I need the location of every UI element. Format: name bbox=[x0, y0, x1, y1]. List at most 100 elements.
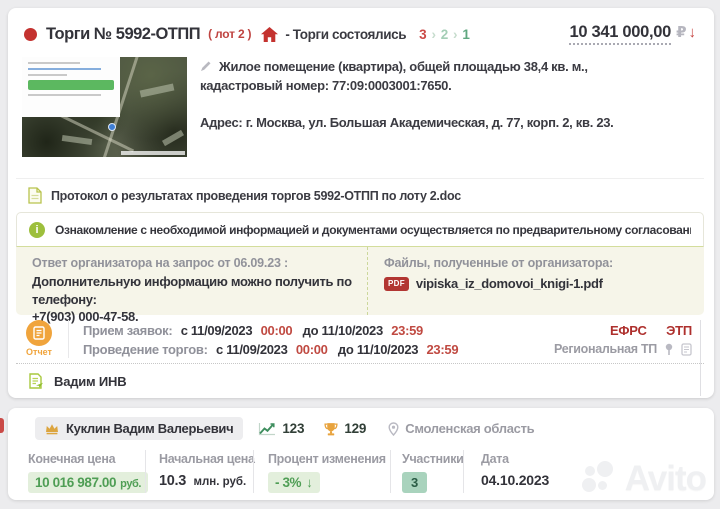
start-price-amount: 10.3 bbox=[159, 473, 186, 489]
etp-link[interactable]: ЭТП bbox=[666, 323, 692, 338]
description-line: кадастровый номер: 77:09:0003001:7650. bbox=[200, 77, 614, 96]
protocol-row: Протокол о результатах проведения торгов… bbox=[16, 178, 704, 212]
description-line: Жилое помещение (квартира), общей площад… bbox=[200, 58, 614, 77]
period-to-time: 23:59 bbox=[427, 342, 459, 357]
map-building bbox=[140, 84, 175, 98]
step-separator: › bbox=[453, 27, 457, 42]
stat-final-price: Конечная цена 10 016 987.00 руб. bbox=[28, 450, 145, 493]
logo-dot bbox=[585, 466, 595, 476]
note-doc-icon bbox=[28, 373, 44, 389]
logo-dot bbox=[597, 461, 613, 477]
lot-description: Жилое помещение (квартира), общей площад… bbox=[200, 57, 614, 157]
house-icon bbox=[261, 27, 278, 42]
period-label: Проведение торгов: bbox=[83, 342, 208, 357]
stat-label: Дата bbox=[481, 452, 549, 466]
deals-count[interactable]: 123 bbox=[282, 421, 304, 436]
final-price-amount: 10 016 987.00 bbox=[35, 475, 116, 490]
trophy-icon bbox=[324, 422, 338, 436]
period-to: до 11/10/2023 bbox=[303, 323, 383, 338]
document-note-icon[interactable] bbox=[681, 343, 692, 356]
change-down-arrow-icon: ↓ bbox=[306, 475, 312, 490]
start-price-suffix: млн. руб. bbox=[193, 476, 246, 488]
winner-card: Куклин Вадим Валерьевич 123 129 Смоленск… bbox=[8, 408, 714, 500]
lot-step-2[interactable]: 2 bbox=[441, 27, 448, 42]
lot-label: ( лот 2 ) bbox=[208, 27, 251, 41]
stat-value-row: - 3% ↓ bbox=[268, 472, 390, 493]
auction-title: Торги № 5992-ОТПП bbox=[46, 25, 200, 44]
panel-link-line bbox=[28, 68, 101, 70]
panel-green-button bbox=[28, 80, 114, 90]
report-icon[interactable] bbox=[26, 320, 52, 346]
lot-content: Жилое помещение (квартира), общей площад… bbox=[22, 57, 698, 157]
avito-watermark: Avito bbox=[582, 459, 706, 499]
panel-text-line bbox=[28, 94, 101, 96]
lot-steps: 3 › 2 › 1 bbox=[419, 27, 470, 42]
applications-period-row: Прием заявок: с 11/09/2023 00:00 до 11/1… bbox=[83, 321, 465, 340]
change-percent-value: - 3% ↓ bbox=[268, 472, 320, 493]
map-building bbox=[62, 135, 93, 145]
map-building bbox=[162, 130, 184, 146]
auction-date: 04.10.2023 bbox=[481, 472, 549, 488]
auction-status: - Торги состоялись bbox=[285, 27, 406, 42]
bidder-row[interactable]: Вадим ИНВ bbox=[16, 363, 704, 398]
vertical-divider bbox=[68, 320, 69, 358]
period-to: до 11/10/2023 bbox=[338, 342, 418, 357]
map-marker bbox=[108, 123, 116, 131]
price-block: 10 341 000,00 ₽ ↓ bbox=[569, 23, 696, 45]
lot-step-3[interactable]: 3 bbox=[419, 27, 426, 42]
period-to-time: 23:59 bbox=[391, 323, 423, 338]
bidder-name: Вадим ИНВ bbox=[54, 374, 126, 389]
stat-value-row: 10.3 млн. руб. bbox=[159, 472, 253, 490]
wins-count[interactable]: 129 bbox=[344, 421, 366, 436]
map-info-panel bbox=[22, 57, 120, 117]
current-price[interactable]: 10 341 000,00 bbox=[569, 23, 671, 45]
winner-pill[interactable]: Куклин Вадим Валерьевич bbox=[35, 417, 243, 440]
logo-dot bbox=[582, 478, 596, 492]
protocol-file-link[interactable]: Протокол о результатах проведения торгов… bbox=[51, 189, 461, 203]
lot-step-1[interactable]: 1 bbox=[462, 27, 469, 42]
stat-value-row: 10 016 987.00 руб. bbox=[28, 472, 145, 493]
efrs-link[interactable]: ЕФРС bbox=[610, 323, 647, 338]
avito-logo-icon bbox=[582, 460, 618, 498]
auction-card: Торги № 5992-ОТПП ( лот 2 ) - Торги сост… bbox=[8, 8, 714, 398]
period-from-time: 00:00 bbox=[296, 342, 328, 357]
pencil-icon bbox=[200, 60, 212, 72]
map-thumbnail[interactable] bbox=[22, 57, 187, 157]
final-price-suffix: руб. bbox=[120, 478, 141, 490]
document-icon bbox=[28, 187, 42, 204]
stat-start-price: Начальная цена 10.3 млн. руб. bbox=[145, 450, 253, 493]
price-down-arrow-icon: ↓ bbox=[689, 24, 697, 41]
stat-participants: Участники 3 bbox=[390, 450, 463, 493]
stat-value-row: 04.10.2023 bbox=[481, 472, 549, 490]
logo-dot bbox=[598, 481, 607, 490]
schedule-section: Отчет Прием заявок: с 11/09/2023 00:00 д… bbox=[22, 318, 692, 363]
panel-text-line bbox=[28, 62, 80, 64]
period-from-time: 00:00 bbox=[261, 323, 293, 338]
description-text: Жилое помещение (квартира), общей площад… bbox=[219, 59, 588, 74]
links-row: ЕФРС ЭТП bbox=[554, 321, 692, 340]
winner-region: Смоленская область bbox=[405, 421, 534, 436]
organizer-files: Файлы, полученные от организатора: PDF v… bbox=[368, 247, 613, 315]
external-links-block: ЕФРС ЭТП Региональная ТП bbox=[554, 318, 692, 363]
pdf-file-link[interactable]: vipiska_iz_domovoi_knigi-1.pdf bbox=[416, 276, 603, 291]
final-price-value: 10 016 987.00 руб. bbox=[28, 472, 148, 493]
period-from: с 11/09/2023 bbox=[216, 342, 288, 357]
organizer-answer-box: Ответ организатора на запрос от 06.09.23… bbox=[16, 247, 704, 315]
stat-label: Процент изменения bbox=[268, 452, 390, 466]
winner-name: Куклин Вадим Валерьевич bbox=[66, 421, 233, 436]
ruble-sign: ₽ bbox=[676, 23, 686, 41]
stat-label: Участники bbox=[402, 452, 463, 466]
stat-label: Начальная цена bbox=[159, 452, 253, 466]
info-icon: i bbox=[29, 222, 45, 238]
pushpin-icon[interactable] bbox=[664, 343, 674, 356]
report-block[interactable]: Отчет bbox=[22, 318, 56, 363]
notice-text: Ознакомление с необходимой информацией и… bbox=[55, 223, 691, 237]
files-label: Файлы, полученные от организатора: bbox=[384, 256, 613, 270]
panel-text-line bbox=[28, 74, 67, 76]
regional-row: Региональная ТП bbox=[554, 340, 692, 359]
change-percent-amount: - 3% bbox=[275, 475, 301, 490]
crown-icon bbox=[45, 423, 59, 435]
participants-badge: 3 bbox=[402, 472, 427, 493]
file-row: PDF vipiska_iz_domovoi_knigi-1.pdf bbox=[384, 276, 613, 291]
notice-box: i Ознакомление с необходимой информацией… bbox=[16, 212, 704, 247]
